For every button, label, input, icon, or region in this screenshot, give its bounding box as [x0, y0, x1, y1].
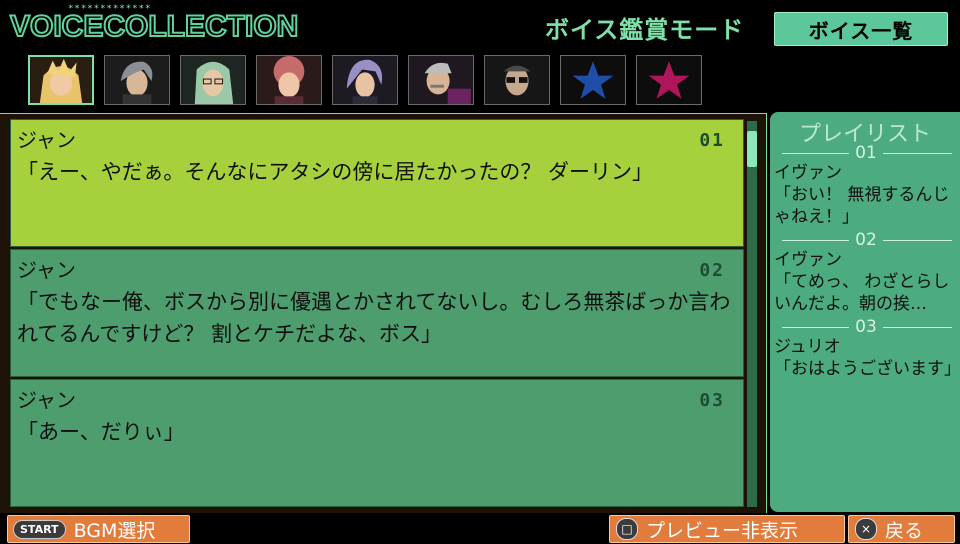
playlist-number: 02: [849, 230, 883, 250]
character-portrait-4[interactable]: [256, 55, 322, 105]
playlist-speaker: イヴァン: [774, 163, 842, 183]
playlist-separator: 02: [774, 230, 958, 250]
glasses-character-icon: [181, 56, 245, 104]
voice-list-scrollbar[interactable]: [747, 121, 757, 507]
character-portrait-3[interactable]: [180, 55, 246, 105]
voice-list-tab[interactable]: ボイス一覧: [774, 12, 948, 46]
square-button-icon: □: [616, 518, 638, 540]
character-portrait-2[interactable]: [104, 55, 170, 105]
playlist-text: 「おはようございます」: [774, 359, 960, 379]
pink-hair-character-icon: [257, 56, 321, 104]
voice-line: 「えー、やだぁ。そんなにアタシの傍に居たかったの？ ダーリン」: [17, 160, 654, 184]
logo-text: VOICECOLLECTION: [9, 9, 299, 44]
voice-entry-3[interactable]: ジャン 03 「あー、だりぃ」: [10, 379, 744, 507]
voice-speaker: ジャン: [17, 128, 76, 152]
back-label: 戻る: [885, 519, 924, 542]
magenta-star-icon: [637, 56, 701, 104]
mode-title: ボイス鑑賞モード: [545, 16, 745, 44]
gray-hair-character-icon: [105, 56, 169, 104]
preview-toggle-button[interactable]: □ プレビュー非表示: [609, 515, 845, 543]
blue-star-icon: [561, 56, 625, 104]
playlist-speaker: イヴァン: [774, 250, 842, 270]
voice-line: 「でもなー俺、ボスから別に優遇とかされてないし。むしろ無茶ばっか言われてるんです…: [17, 290, 731, 346]
playlist-item-1[interactable]: 01 イヴァン 「おい！ 無視するんじゃねえ！」: [774, 143, 958, 228]
character-select-row: [28, 55, 708, 107]
character-portrait-1[interactable]: [28, 55, 94, 105]
purple-hair-character-icon: [333, 56, 397, 104]
bgm-select-button[interactable]: START BGM選択: [7, 515, 190, 543]
character-portrait-7[interactable]: [484, 55, 550, 105]
playlist-number: 01: [849, 143, 883, 163]
cross-button-icon: ×: [855, 518, 877, 540]
preview-toggle-label: プレビュー非表示: [646, 519, 799, 542]
playlist-text: 「てめっ、 わざとらしいんだよ。朝の挨…: [774, 272, 950, 314]
playlist-separator: 01: [774, 143, 958, 163]
voice-speaker: ジャン: [17, 258, 76, 282]
playlist-item-2[interactable]: 02 イヴァン 「てめっ、 わざとらしいんだよ。朝の挨…: [774, 230, 958, 315]
voice-speaker: ジャン: [17, 388, 76, 412]
character-portrait-9[interactable]: [636, 55, 702, 105]
sunglasses-character-icon: [485, 56, 549, 104]
voice-number: 03: [699, 390, 725, 411]
scrollbar-thumb[interactable]: [747, 131, 757, 167]
character-portrait-8[interactable]: [560, 55, 626, 105]
back-button[interactable]: × 戻る: [848, 515, 955, 543]
voice-collection-logo: ************* VOICECOLLECTION: [9, 4, 360, 50]
gray-mustache-character-icon: [409, 56, 473, 104]
playlist-panel: プレイリスト 01 イヴァン 「おい！ 無視するんじゃねえ！」 02 イヴァン …: [770, 112, 960, 512]
bgm-select-label: BGM選択: [73, 519, 156, 542]
playlist-item-3[interactable]: 03 ジュリオ 「おはようございます」: [774, 317, 960, 380]
character-portrait-6[interactable]: [408, 55, 474, 105]
playlist-speaker: ジュリオ: [774, 337, 841, 357]
voice-entry-2[interactable]: ジャン 02 「でもなー俺、ボスから別に優遇とかされてないし。むしろ無茶ばっか言…: [10, 249, 744, 377]
blonde-character-icon: [30, 57, 92, 103]
playlist-separator: 03: [774, 317, 958, 337]
character-portrait-5[interactable]: [332, 55, 398, 105]
voice-number: 01: [699, 130, 725, 151]
start-button-icon: START: [13, 519, 66, 539]
playlist-number: 03: [849, 317, 883, 337]
voice-number: 02: [699, 260, 725, 281]
voice-line: 「あー、だりぃ」: [17, 420, 185, 444]
voice-entry-1[interactable]: ジャン 01 「えー、やだぁ。そんなにアタシの傍に居たかったの？ ダーリン」: [10, 119, 744, 247]
playlist-text: 「おい！ 無視するんじゃねえ！」: [774, 185, 950, 227]
